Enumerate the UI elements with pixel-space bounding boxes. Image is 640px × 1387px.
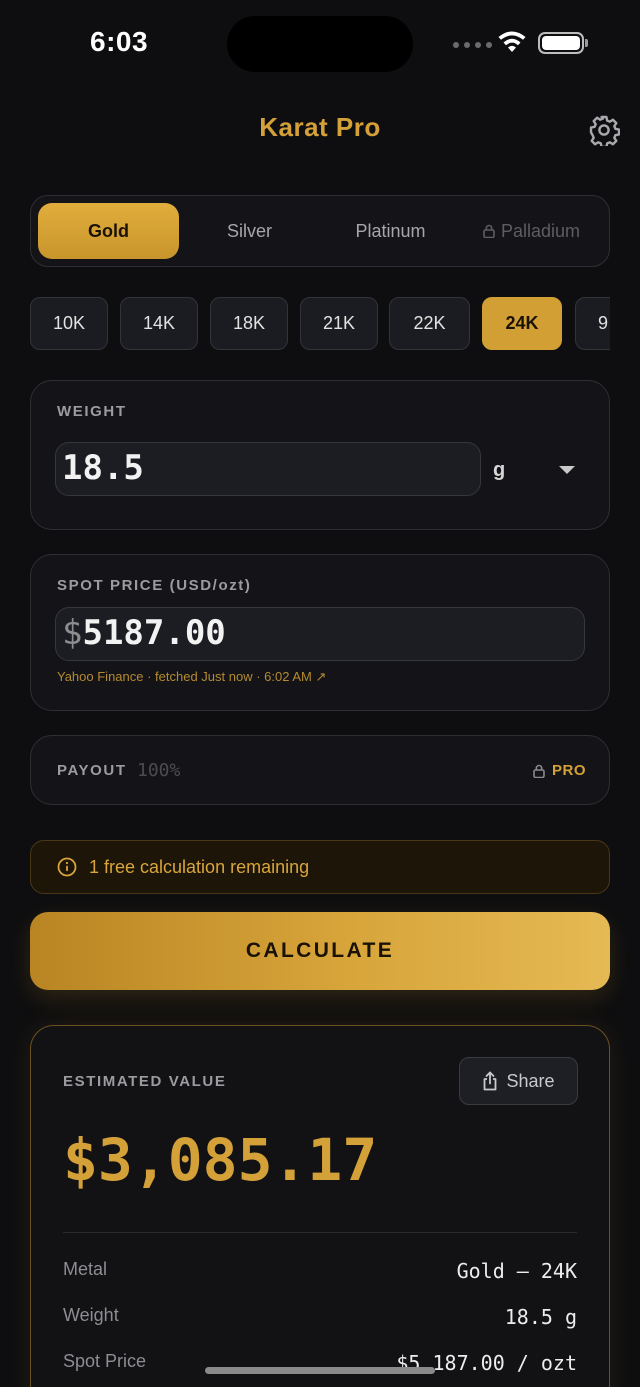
weight-label: WEIGHT xyxy=(57,403,127,420)
karat-chip-18k[interactable]: 18K xyxy=(210,297,288,350)
share-icon xyxy=(484,1071,497,1091)
spot-price-number: 5187.00 xyxy=(82,613,226,653)
lock-icon xyxy=(483,224,495,238)
spot-price-label: SPOT PRICE (USD/ozt) xyxy=(57,577,252,594)
karat-chip-22k[interactable]: 22K xyxy=(389,297,470,350)
karat-chip-14k[interactable]: 14K xyxy=(120,297,198,350)
currency-symbol: $ xyxy=(62,613,83,653)
spot-price-value: $5187.00 xyxy=(62,613,226,653)
weight-row-value: 18.5 g xyxy=(504,1305,577,1329)
metal-tab-silver[interactable]: Silver xyxy=(179,203,320,259)
metal-tab-palladium[interactable]: Palladium xyxy=(461,203,602,259)
calculate-label: CALCULATE xyxy=(245,939,395,962)
weight-card: WEIGHT 18.5 g xyxy=(30,380,610,530)
metal-tab-gold[interactable]: Gold xyxy=(38,203,179,259)
share-label: Share xyxy=(506,1070,555,1091)
spot-price-input[interactable]: $5187.00 xyxy=(55,607,585,661)
status-time: 6:03 xyxy=(90,26,149,57)
info-icon xyxy=(57,857,77,877)
metal-tab-platinum[interactable]: Platinum xyxy=(320,203,461,259)
karat-chip-21k[interactable]: 21K xyxy=(300,297,378,350)
wifi-icon xyxy=(498,31,526,52)
battery-icon xyxy=(538,32,584,54)
pro-badge[interactable]: PRO xyxy=(552,762,586,779)
spot-row-label: Spot Price xyxy=(63,1351,147,1371)
divider xyxy=(63,1232,577,1233)
chevron-down-icon[interactable] xyxy=(559,466,575,474)
lock-icon xyxy=(533,764,545,778)
home-indicator[interactable] xyxy=(205,1367,435,1374)
spot-price-card: SPOT PRICE (USD/ozt) $5187.00 Yahoo Fina… xyxy=(30,554,610,711)
price-source-link[interactable]: Yahoo Finance · fetched Just now · 6:02 … xyxy=(57,669,326,685)
payout-label: PAYOUT xyxy=(57,762,127,779)
estimated-value-label: ESTIMATED VALUE xyxy=(63,1073,227,1090)
battery-nub xyxy=(585,39,588,47)
weight-row-label: Weight xyxy=(63,1305,119,1325)
app-title: Karat Pro xyxy=(259,112,381,142)
free-calc-text: 1 free calculation remaining xyxy=(89,856,310,877)
weight-value: 18.5 xyxy=(62,448,144,488)
calculate-button[interactable]: CALCULATE xyxy=(30,912,610,990)
karat-chip-9k[interactable]: 9 xyxy=(575,297,610,350)
metal-row-label: Metal xyxy=(63,1259,108,1279)
share-button[interactable]: Share xyxy=(459,1057,578,1105)
free-calc-banner: 1 free calculation remaining xyxy=(30,840,610,894)
payout-card: PAYOUT 100% PRO xyxy=(30,735,610,805)
dynamic-island xyxy=(227,16,413,72)
karat-chip-10k[interactable]: 10K xyxy=(30,297,108,350)
unit-select[interactable]: g xyxy=(493,459,505,482)
karat-selector: 10K 14K 18K 21K 22K 24K 9 xyxy=(30,297,610,351)
payout-value: 100% xyxy=(137,760,181,781)
result-card: ESTIMATED VALUE Share $3,085.17 Metal Go… xyxy=(30,1025,610,1387)
karat-chip-24k[interactable]: 24K xyxy=(482,297,562,350)
metal-row-value: Gold — 24K xyxy=(456,1259,577,1283)
metal-selector: Gold Silver Platinum Palladium xyxy=(30,195,610,267)
cellular-signal-icon xyxy=(453,42,492,48)
weight-input[interactable]: 18.5 xyxy=(55,442,481,496)
estimated-total: $3,085.17 xyxy=(63,1126,378,1194)
gear-icon[interactable] xyxy=(588,114,620,146)
